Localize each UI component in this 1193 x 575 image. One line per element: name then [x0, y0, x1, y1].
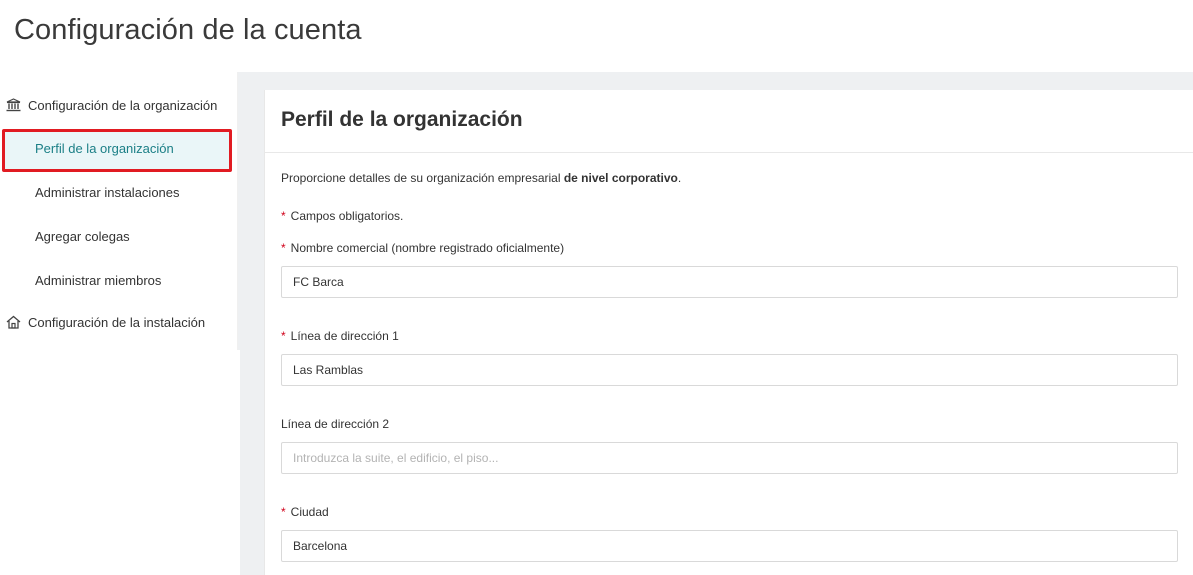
intro-prefix: Proporcione detalles de su organización … [281, 171, 564, 185]
bank-icon [5, 97, 21, 113]
required-asterisk: * [281, 505, 286, 519]
address-line-2-input[interactable] [281, 442, 1178, 474]
required-asterisk: * [281, 329, 286, 343]
required-asterisk: * [281, 209, 286, 223]
page-title: Configuración de la cuenta [14, 14, 362, 46]
required-asterisk: * [281, 241, 286, 255]
sidebar-item-organization-profile[interactable]: Perfil de la organización [35, 141, 174, 156]
sidebar-group-label: Configuración de la organización [28, 97, 218, 113]
address-line-1-label: * Línea de dirección 1 [281, 329, 399, 343]
intro-text: Proporcione detalles de su organización … [281, 171, 681, 185]
divider [265, 152, 1193, 153]
page-header: Configuración de la cuenta [0, 0, 1193, 72]
home-icon [5, 314, 21, 330]
sidebar-item-manage-members[interactable]: Administrar miembros [35, 273, 161, 288]
sidebar-group-label: Configuración de la instalación [28, 314, 206, 330]
sidebar-item-add-colleagues[interactable]: Agregar colegas [35, 229, 130, 244]
sidebar-group-facility[interactable]: Configuración de la instalación [5, 314, 205, 330]
card-title: Perfil de la organización [281, 108, 523, 131]
sidebar-item-manage-facilities[interactable]: Administrar instalaciones [35, 185, 180, 200]
business-name-input[interactable] [281, 266, 1178, 298]
sidebar-lower [0, 350, 240, 575]
intro-suffix: . [677, 171, 682, 185]
address-line-2-label: Línea de dirección 2 [281, 417, 389, 431]
sidebar-group-organization[interactable]: Configuración de la organización [5, 97, 217, 113]
city-label: * Ciudad [281, 505, 329, 519]
sidebar [0, 72, 238, 350]
city-label-text: Ciudad [290, 505, 329, 519]
business-name-label: * Nombre comercial (nombre registrado ofi… [281, 241, 564, 255]
city-input[interactable] [281, 530, 1178, 562]
address-line-1-label-text: Línea de dirección 1 [290, 329, 399, 343]
business-name-label-text: Nombre comercial (nombre registrado ofic… [290, 241, 565, 255]
required-note-text: Campos obligatorios. [290, 209, 404, 223]
organization-profile-card: Perfil de la organización Proporcione de… [264, 90, 1193, 575]
address-line-2-label-text: Línea de dirección 2 [281, 417, 390, 431]
intro-bold: de nivel corporativo [563, 171, 678, 185]
address-line-1-input[interactable] [281, 354, 1178, 386]
required-fields-note: * Campos obligatorios. [281, 209, 403, 223]
